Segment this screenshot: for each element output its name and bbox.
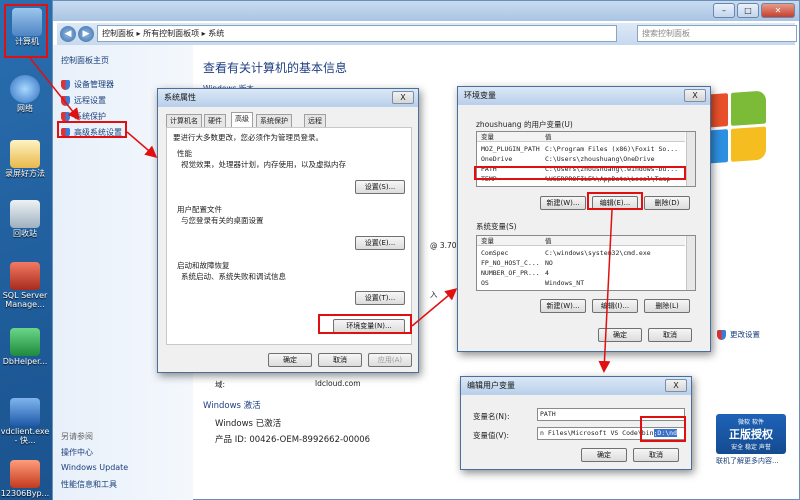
arrow-env-to-envdialog: [411, 288, 458, 327]
arrow-edit-to-editdialog: [598, 209, 613, 373]
annotation-arrows: [29, 57, 613, 373]
arrow-settings-to-dialog: [126, 131, 158, 158]
arrow-computer-to-settings: [29, 57, 80, 121]
